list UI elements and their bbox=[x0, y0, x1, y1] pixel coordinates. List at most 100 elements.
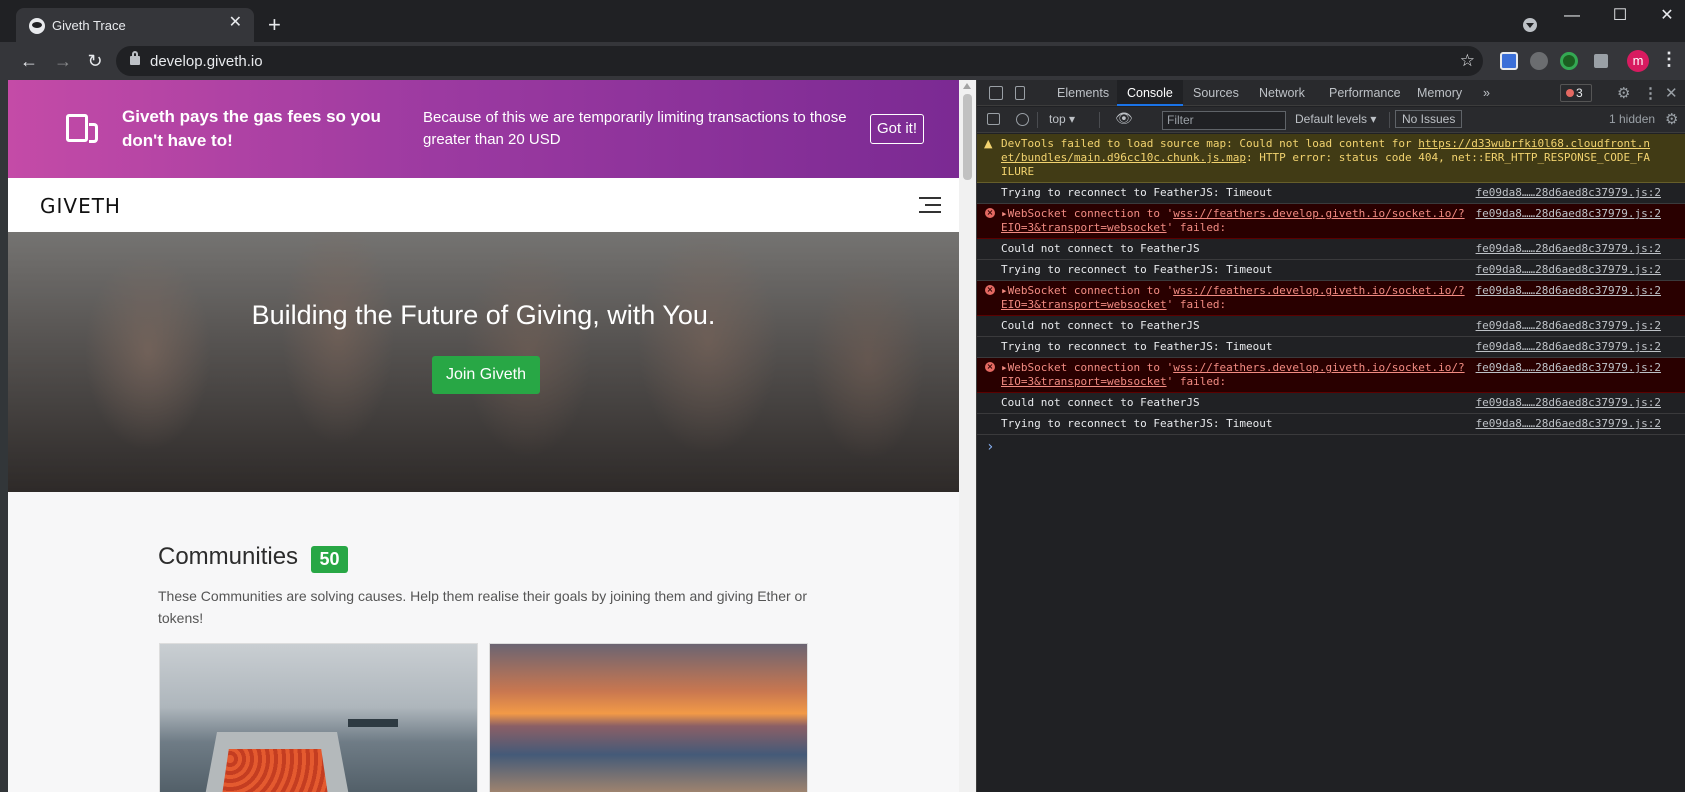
console-message[interactable]: ▲ DevTools failed to load source map: Cou… bbox=[977, 134, 1685, 183]
inspect-icon[interactable] bbox=[989, 86, 1003, 100]
tab-close-icon[interactable]: ✕ bbox=[229, 15, 242, 31]
log-levels-dropdown[interactable]: Default levels ▾ bbox=[1295, 112, 1376, 126]
source-link[interactable]: fe09da8……28d6aed8c37979.js:2 bbox=[1476, 284, 1661, 298]
console-message[interactable]: × ▸WebSocket connection to 'wss://feather… bbox=[977, 281, 1685, 316]
source-link[interactable]: fe09da8……28d6aed8c37979.js:2 bbox=[1476, 340, 1661, 354]
gear-icon[interactable]: ⚙ bbox=[1617, 84, 1630, 102]
tab-sources[interactable]: Sources bbox=[1193, 80, 1239, 106]
communities-count-badge: 50 bbox=[311, 546, 348, 573]
console-message-text: ▸WebSocket connection to 'wss://feathers… bbox=[1001, 284, 1465, 311]
community-card-image[interactable] bbox=[159, 643, 478, 792]
bookmark-star-icon[interactable]: ☆ bbox=[1460, 51, 1475, 71]
console-message[interactable]: Could not connect to FeatherJS fe09da8……2… bbox=[977, 393, 1685, 414]
source-link[interactable]: fe09da8……28d6aed8c37979.js:2 bbox=[1476, 319, 1661, 333]
source-link[interactable]: fe09da8……28d6aed8c37979.js:2 bbox=[1476, 396, 1661, 410]
page-scrollbar[interactable] bbox=[959, 80, 976, 792]
console-message[interactable]: Trying to reconnect to FeatherJS: Timeou… bbox=[977, 183, 1685, 204]
devtools-panel: Elements Console Sources Network Perform… bbox=[977, 80, 1685, 792]
tab-strip: Giveth Trace ✕ + — ☐ ✕ bbox=[0, 0, 1685, 42]
console-message[interactable]: Could not connect to FeatherJS fe09da8……2… bbox=[977, 316, 1685, 337]
tab-title: Giveth Trace bbox=[52, 18, 126, 33]
console-message-text: Could not connect to FeatherJS bbox=[1001, 396, 1200, 409]
tab-console[interactable]: Console bbox=[1117, 80, 1183, 106]
new-tab-button[interactable]: + bbox=[268, 14, 281, 36]
warning-icon: ▲ bbox=[984, 137, 993, 150]
reload-button[interactable]: ↻ bbox=[84, 50, 106, 72]
hero-section: Building the Future of Giving, with You.… bbox=[8, 232, 959, 492]
menu-icon[interactable] bbox=[919, 197, 941, 214]
console-message-text: Trying to reconnect to FeatherJS: Timeou… bbox=[1001, 340, 1273, 353]
banner-text: Because of this we are temporarily limit… bbox=[423, 109, 847, 148]
tab-performance[interactable]: Performance bbox=[1329, 80, 1401, 106]
tab-search-icon[interactable] bbox=[1523, 18, 1537, 32]
tab-memory[interactable]: Memory bbox=[1417, 80, 1462, 106]
extensions-puzzle-icon[interactable] bbox=[1594, 54, 1608, 68]
console-filter-input[interactable]: Filter bbox=[1162, 111, 1286, 130]
clear-console-icon[interactable] bbox=[1016, 113, 1029, 126]
devtools-menu-icon[interactable]: ⋮ bbox=[1643, 84, 1658, 102]
console-toolbar: top ▾ 👁 Filter Default levels ▾ No Issue… bbox=[977, 107, 1685, 133]
scroll-thumb[interactable] bbox=[963, 94, 972, 180]
source-link[interactable]: fe09da8……28d6aed8c37979.js:2 bbox=[1476, 263, 1661, 277]
browser-toolbar: ← → ↻ develop.giveth.io ☆ bbox=[0, 42, 1685, 80]
device-toolbar-icon[interactable] bbox=[1015, 86, 1025, 100]
console-prompt[interactable]: › bbox=[977, 435, 1685, 455]
join-giveth-button[interactable]: Join Giveth bbox=[432, 356, 540, 394]
console-settings-icon[interactable]: ⚙ bbox=[1665, 110, 1678, 128]
console-message-text: Trying to reconnect to FeatherJS: Timeou… bbox=[1001, 186, 1273, 199]
extension-icon-2[interactable] bbox=[1530, 52, 1548, 70]
got-it-button[interactable]: Got it! bbox=[870, 114, 924, 144]
console-message[interactable]: Trying to reconnect to FeatherJS: Timeou… bbox=[977, 260, 1685, 281]
back-button[interactable]: ← bbox=[18, 50, 40, 72]
console-message[interactable]: × ▸WebSocket connection to 'wss://feather… bbox=[977, 358, 1685, 393]
console-message[interactable]: Trying to reconnect to FeatherJS: Timeou… bbox=[977, 337, 1685, 358]
community-card-image[interactable] bbox=[489, 643, 808, 792]
forward-button[interactable]: → bbox=[52, 50, 74, 72]
error-count-badge[interactable]: 3 bbox=[1560, 84, 1592, 102]
browser-menu-icon[interactable]: ⋮ bbox=[1660, 49, 1678, 70]
console-message[interactable]: Could not connect to FeatherJS fe09da8……2… bbox=[977, 239, 1685, 260]
window-edge bbox=[0, 80, 8, 792]
address-bar[interactable]: develop.giveth.io ☆ bbox=[116, 46, 1483, 76]
error-icon: × bbox=[985, 285, 995, 295]
devtools-tabbar: Elements Console Sources Network Perform… bbox=[977, 80, 1685, 106]
source-link[interactable]: fe09da8……28d6aed8c37979.js:2 bbox=[1476, 361, 1661, 375]
more-tabs-button[interactable]: » bbox=[1483, 80, 1490, 106]
url-text[interactable]: develop.giveth.io bbox=[150, 53, 263, 70]
console-message-text: ▸WebSocket connection to 'wss://feathers… bbox=[1001, 207, 1465, 234]
issues-button[interactable]: No Issues bbox=[1395, 110, 1463, 128]
giveth-favicon-icon bbox=[29, 18, 45, 34]
console-message[interactable]: Trying to reconnect to FeatherJS: Timeou… bbox=[977, 414, 1685, 435]
browser-tab[interactable]: Giveth Trace ✕ bbox=[16, 8, 254, 42]
banner-title: Giveth pays the gas fees so you don't ha… bbox=[122, 107, 381, 150]
source-link[interactable]: fe09da8……28d6aed8c37979.js:2 bbox=[1476, 207, 1661, 221]
maximize-button[interactable]: ☐ bbox=[1608, 6, 1632, 26]
sidebar-toggle-icon[interactable] bbox=[987, 113, 1000, 125]
tab-elements[interactable]: Elements bbox=[1057, 80, 1109, 106]
hero-title: Building the Future of Giving, with You. bbox=[251, 300, 716, 330]
console-message-text: Could not connect to FeatherJS bbox=[1001, 242, 1200, 255]
eye-icon[interactable]: 👁 bbox=[1115, 110, 1133, 127]
lock-icon[interactable] bbox=[130, 51, 140, 65]
error-icon: × bbox=[985, 208, 995, 218]
console-message-text: Trying to reconnect to FeatherJS: Timeou… bbox=[1001, 417, 1273, 430]
close-devtools-icon[interactable]: ✕ bbox=[1665, 84, 1678, 102]
profile-avatar[interactable]: m bbox=[1627, 50, 1649, 72]
minimize-button[interactable]: — bbox=[1560, 6, 1584, 26]
source-link[interactable]: fe09da8……28d6aed8c37979.js:2 bbox=[1476, 242, 1661, 256]
page-viewport: Giveth pays the gas fees so you don't ha… bbox=[8, 80, 959, 792]
context-selector[interactable]: top ▾ bbox=[1049, 112, 1075, 126]
console-message[interactable]: × ▸WebSocket connection to 'wss://feather… bbox=[977, 204, 1685, 239]
giveth-logo[interactable]: GIVETH bbox=[40, 194, 121, 218]
extension-icon-3[interactable] bbox=[1560, 52, 1578, 70]
source-link[interactable]: fe09da8……28d6aed8c37979.js:2 bbox=[1476, 186, 1661, 200]
communities-title: Communities bbox=[158, 543, 299, 570]
gas-pump-icon bbox=[66, 114, 98, 143]
error-icon bbox=[1566, 89, 1574, 97]
tab-network[interactable]: Network bbox=[1259, 80, 1305, 106]
extension-icon-1[interactable] bbox=[1500, 52, 1518, 70]
source-link[interactable]: fe09da8……28d6aed8c37979.js:2 bbox=[1476, 417, 1661, 431]
console-message-text: DevTools failed to load source map: Coul… bbox=[1001, 137, 1651, 178]
communities-description: These Communities are solving causes. He… bbox=[158, 588, 807, 626]
close-window-button[interactable]: ✕ bbox=[1655, 6, 1679, 26]
